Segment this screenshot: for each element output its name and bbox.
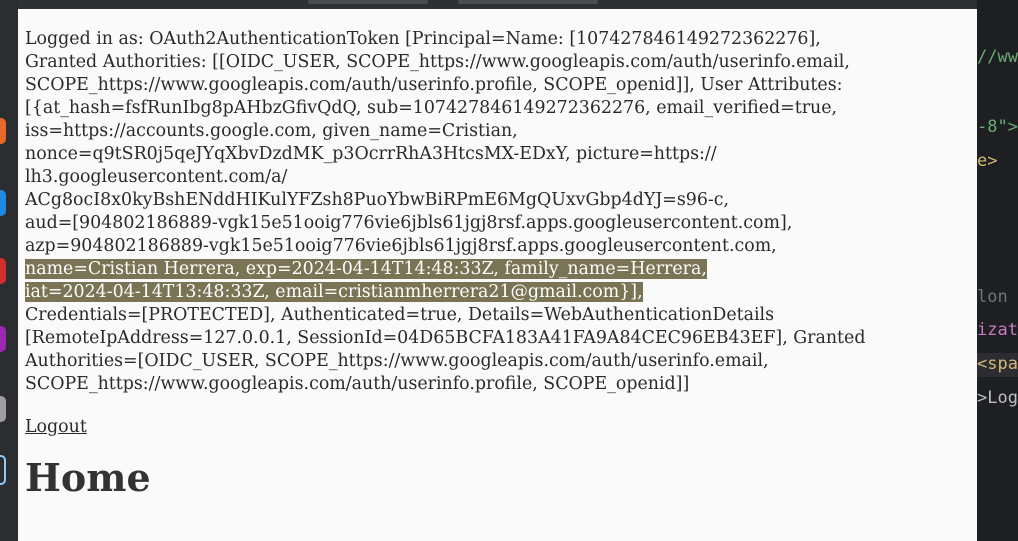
editor-line: //www	[977, 47, 1018, 67]
info-line-selected: name=Cristian Herrera, exp=2024-04-14T14…	[25, 258, 965, 281]
info-line: azp=904802186889-vgk15e51ooig776vie6jbls…	[25, 236, 777, 256]
info-line: SCOPE_https://www.googleapis.com/auth/us…	[25, 75, 843, 95]
titlebar-tab[interactable]	[458, 0, 598, 4]
window-titlebar	[18, 0, 977, 9]
dock-app-icon-outline[interactable]	[0, 455, 6, 485]
info-line: [RemoteIpAddress=127.0.0.1, SessionId=04…	[25, 328, 866, 348]
editor-line: izati	[977, 320, 1018, 340]
titlebar-tab[interactable]	[308, 0, 428, 4]
browser-window: Logged in as: OAuth2AuthenticationToken …	[18, 0, 977, 541]
app-dock	[0, 0, 18, 541]
editor-line: lon c	[977, 287, 1018, 307]
info-line: nonce=q9tSR0j5qeJYqXbvDzdMK_p3OcrrRhA3Ht…	[25, 144, 717, 164]
editor-line: <span	[977, 354, 1018, 374]
info-line: ACg8ocI8x0kyBshENddHIKulYFZsh8PuoYbwBiRP…	[25, 190, 730, 210]
info-line: aud=[904802186889-vgk15e51ooig776vie6jbl…	[25, 213, 793, 233]
info-line: Credentials=[PROTECTED], Authenticated=t…	[25, 305, 775, 325]
authentication-info: Logged in as: OAuth2AuthenticationToken …	[25, 28, 965, 396]
editor-line: >Logo	[977, 388, 1018, 408]
info-line: Logged in as: OAuth2AuthenticationToken …	[25, 29, 821, 49]
info-line: [{at_hash=fsfRunIbg8pAHbzGfivQdQ, sub=10…	[25, 98, 838, 118]
info-line-selected: iat=2024-04-14T13:48:33Z, email=cristian…	[25, 281, 965, 304]
info-line: Granted Authorities: [[OIDC_USER, SCOPE_…	[25, 52, 850, 72]
info-line: lh3.googleusercontent.com/a/	[25, 167, 288, 187]
info-line: iss=https://accounts.google.com, given_n…	[25, 121, 518, 141]
text-selection: iat=2024-04-14T13:48:33Z, email=cristian…	[25, 282, 643, 302]
dock-app-icon-red[interactable]	[0, 258, 6, 284]
code-editor-strip: //www -8"> e> lon c izati <span >Logo	[977, 0, 1018, 541]
dock-app-icon-gray[interactable]	[0, 396, 6, 422]
dock-app-icon-purple[interactable]	[0, 326, 6, 352]
logout-link[interactable]: Logout	[25, 416, 87, 439]
dock-app-icon-orange[interactable]	[0, 118, 6, 144]
page-heading: Home	[25, 455, 151, 500]
text-selection: name=Cristian Herrera, exp=2024-04-14T14…	[25, 259, 707, 279]
editor-line: e>	[977, 151, 998, 171]
info-line: SCOPE_https://www.googleapis.com/auth/us…	[25, 374, 690, 394]
dock-app-icon-blue[interactable]	[0, 190, 6, 216]
info-line: Authorities=[OIDC_USER, SCOPE_https://ww…	[25, 351, 769, 371]
editor-line: -8">	[977, 117, 1018, 137]
page-content: Logged in as: OAuth2AuthenticationToken …	[25, 28, 965, 502]
